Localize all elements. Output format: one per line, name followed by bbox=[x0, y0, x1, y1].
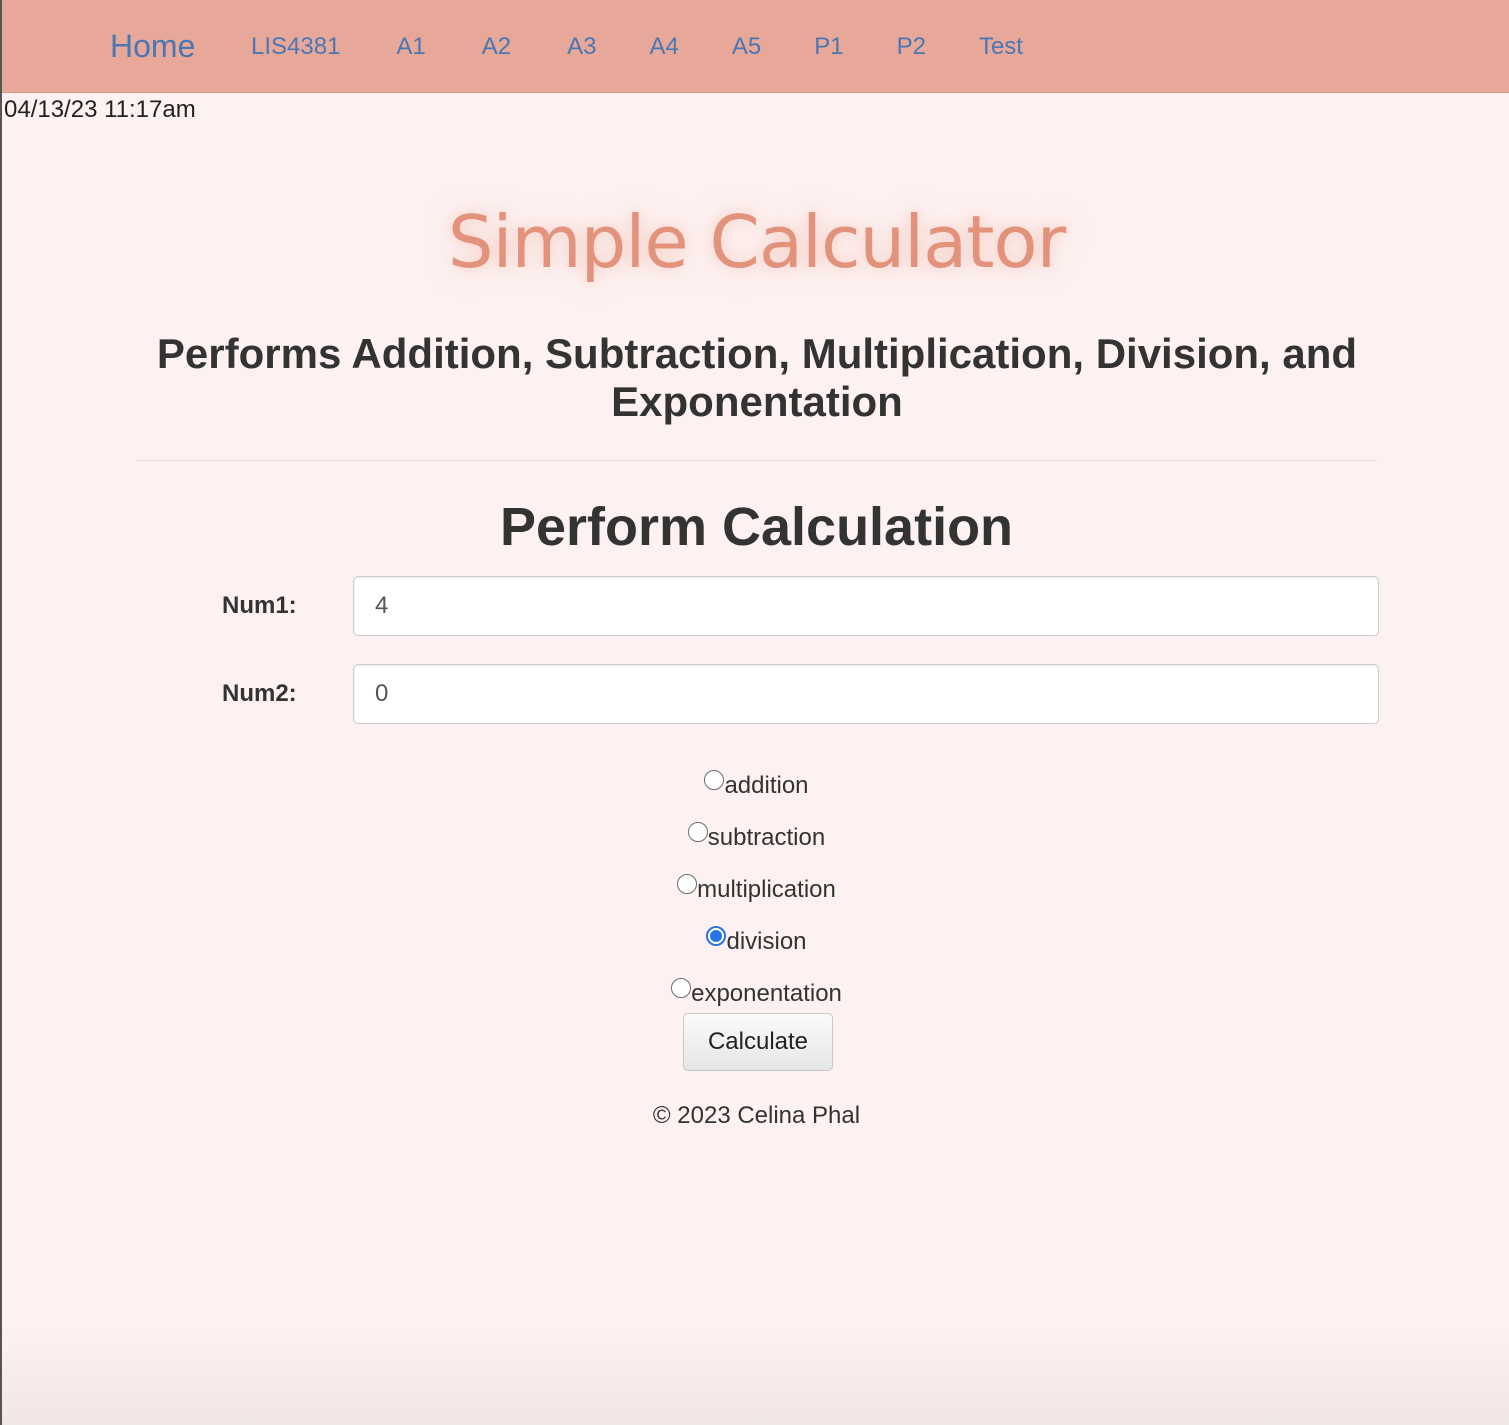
nav-link-a3[interactable]: A3 bbox=[567, 33, 596, 61]
page-title: Simple Calculator bbox=[447, 200, 1066, 284]
radio-subtraction[interactable] bbox=[687, 822, 708, 842]
nav-link-p2[interactable]: P2 bbox=[897, 33, 926, 61]
radio-division[interactable] bbox=[706, 926, 727, 946]
timestamp: 04/13/23 11:17am bbox=[4, 96, 196, 123]
footer-copyright: © 2023 Celina Phal bbox=[652, 1102, 861, 1129]
nav-link-lis4381[interactable]: LIS4381 bbox=[251, 33, 340, 61]
divider bbox=[137, 460, 1377, 461]
nav-link-a1[interactable]: A1 bbox=[396, 33, 425, 61]
radio-multiplication[interactable] bbox=[677, 874, 698, 894]
form-heading: Perform Calculation bbox=[499, 497, 1014, 557]
page-subtitle: Performs Addition, Subtraction, Multipli… bbox=[156, 330, 1358, 425]
nav-link-a5[interactable]: A5 bbox=[732, 33, 761, 61]
operation-option-addition[interactable]: addition bbox=[2, 766, 1509, 818]
radio-label-addition[interactable]: addition bbox=[724, 772, 808, 800]
num1-label: Num1: bbox=[222, 592, 297, 619]
nav-links: LIS4381 A1 A2 A3 A4 A5 P1 P2 Test bbox=[251, 33, 1023, 61]
nav-link-a4[interactable]: A4 bbox=[650, 33, 679, 61]
radio-label-division[interactable]: division bbox=[726, 928, 806, 956]
nav-link-test[interactable]: Test bbox=[979, 33, 1023, 61]
nav-link-a2[interactable]: A2 bbox=[482, 33, 511, 61]
num1-input[interactable] bbox=[353, 576, 1379, 636]
navbar: Home LIS4381 A1 A2 A3 A4 A5 P1 P2 Test bbox=[2, 0, 1509, 93]
radio-label-exponentation[interactable]: exponentation bbox=[691, 980, 842, 1008]
calculate-button[interactable]: Calculate bbox=[683, 1013, 833, 1071]
radio-label-multiplication[interactable]: multiplication bbox=[697, 876, 836, 904]
num2-label: Num2: bbox=[222, 680, 297, 707]
nav-home-link[interactable]: Home bbox=[110, 28, 195, 65]
operation-radio-group: addition subtraction multiplication divi… bbox=[2, 766, 1509, 1026]
radio-label-subtraction[interactable]: subtraction bbox=[708, 824, 825, 852]
operation-option-division[interactable]: division bbox=[2, 922, 1509, 974]
operation-option-subtraction[interactable]: subtraction bbox=[2, 818, 1509, 870]
bottom-shadow bbox=[2, 1330, 1509, 1425]
nav-link-p1[interactable]: P1 bbox=[814, 33, 843, 61]
radio-exponentation[interactable] bbox=[671, 978, 692, 998]
radio-addition[interactable] bbox=[704, 770, 725, 790]
operation-option-multiplication[interactable]: multiplication bbox=[2, 870, 1509, 922]
num2-input[interactable] bbox=[353, 664, 1379, 724]
